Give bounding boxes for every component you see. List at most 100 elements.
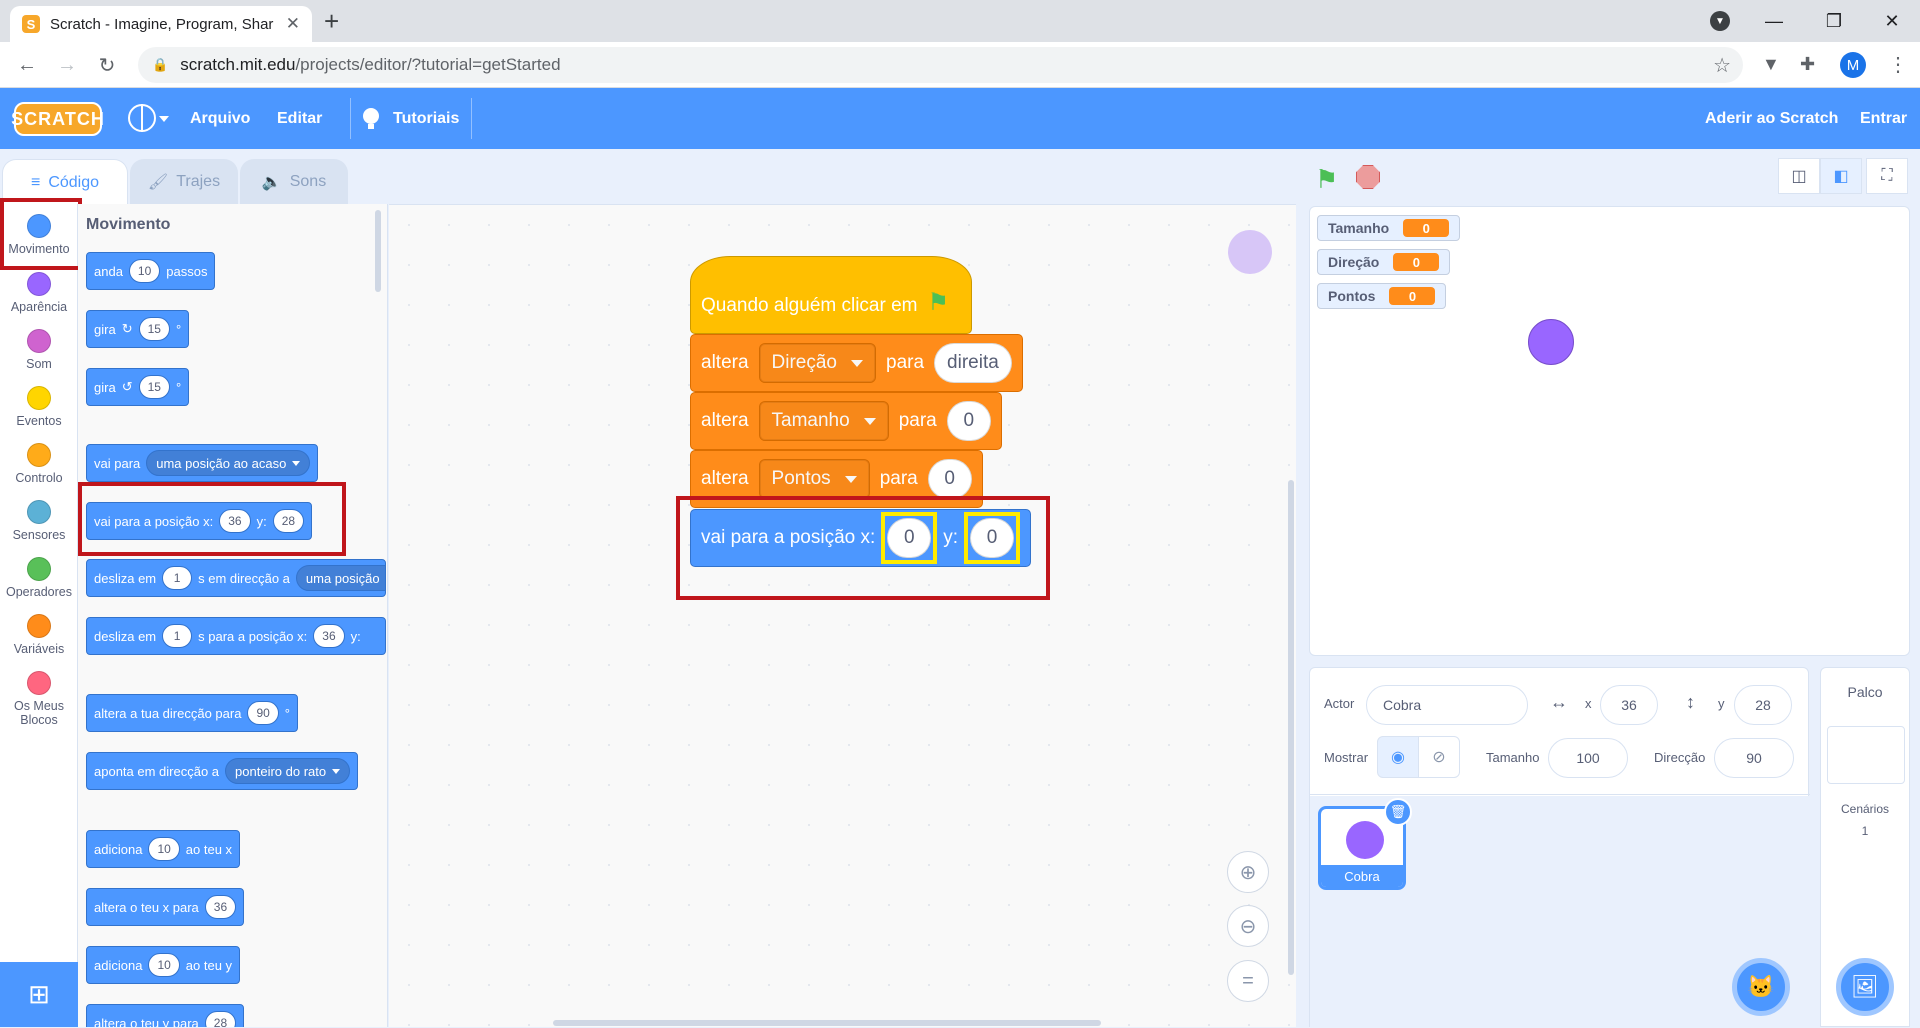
browser-tab[interactable]: S Scratch - Imagine, Program, Shar ✕ (10, 6, 312, 42)
block-glide-to-xy[interactable]: desliza em 1 s para a posição x: 36 y: (86, 617, 386, 655)
block-input[interactable]: 36 (313, 624, 345, 648)
block-input[interactable]: 15 (138, 317, 170, 341)
variable-dropdown[interactable]: Pontos (758, 459, 870, 499)
block-dropdown[interactable]: ponteiro do rato (225, 758, 351, 784)
language-globe-icon[interactable] (128, 104, 156, 132)
block-input[interactable]: 10 (148, 953, 180, 977)
block-input[interactable]: 10 (128, 259, 161, 283)
category-events[interactable]: Eventos (0, 386, 78, 428)
small-stage-button[interactable]: ◫ (1778, 158, 1820, 194)
block-input[interactable]: 0 (927, 459, 972, 499)
category-looks[interactable]: Aparência (0, 272, 78, 314)
scratch-logo[interactable]: SCRATCH (11, 102, 104, 136)
close-window-button[interactable]: ✕ (1864, 0, 1920, 42)
variable-monitor[interactable]: Pontos 0 (1317, 283, 1447, 309)
block-set-variable[interactable]: altera Tamanho para 0 (690, 392, 1002, 450)
choose-backdrop-button[interactable]: 🖼 (1836, 958, 1894, 1016)
variable-monitor[interactable]: Tamanho 0 (1317, 215, 1461, 241)
y-field[interactable]: 28 (1734, 685, 1792, 725)
block-change-y[interactable]: adiciona 10 ao teu y (86, 946, 241, 984)
direction-field[interactable]: 90 (1714, 738, 1794, 778)
browser-tab-title: Scratch - Imagine, Program, Shar (50, 15, 274, 33)
category-sound[interactable]: Som (0, 329, 78, 371)
block-set-x[interactable]: altera o teu x para 36 (86, 888, 245, 926)
tab-costumes[interactable]: 🖌 Trajes (130, 159, 238, 205)
zoom-reset-button[interactable]: = (1227, 960, 1269, 1002)
stage-canvas[interactable]: Tamanho 0 Direção 0 Pontos 0 (1309, 206, 1910, 656)
variable-dropdown[interactable]: Direção (758, 343, 877, 383)
block-set-variable[interactable]: altera Direção para direita (690, 334, 1023, 392)
join-scratch-link[interactable]: Aderir ao Scratch (1705, 88, 1838, 149)
puzzle-extensions-icon[interactable]: ✚ (1800, 54, 1815, 75)
url-field[interactable]: 🔒 scratch.mit.edu/projects/editor/?tutor… (138, 47, 1743, 83)
sprite-name-field[interactable]: Cobra (1366, 685, 1528, 725)
category-control[interactable]: Controlo (0, 443, 78, 485)
category-variables[interactable]: Variáveis (0, 614, 78, 656)
variable-dropdown[interactable]: Tamanho (758, 401, 889, 441)
palette-scrollbar[interactable] (375, 210, 381, 292)
bookmark-star-icon[interactable]: ☆ (1713, 53, 1731, 78)
green-flag-button[interactable]: ⚑ (1315, 164, 1338, 195)
zoom-out-button[interactable]: ⊖ (1227, 905, 1269, 947)
sign-in-link[interactable]: Entrar (1860, 88, 1907, 149)
block-point-towards[interactable]: aponta em direcção a ponteiro do rato (86, 752, 359, 790)
new-tab-button[interactable]: + (324, 6, 339, 37)
block-input[interactable]: 15 (138, 375, 170, 399)
profile-avatar[interactable]: M (1840, 52, 1866, 78)
delete-sprite-button[interactable]: 🗑 (1384, 798, 1412, 826)
tab-search-icon[interactable]: ▼ (1710, 11, 1730, 31)
category-dot (27, 443, 51, 467)
block-input[interactable]: 1 (162, 624, 193, 648)
category-sensing[interactable]: Sensores (0, 500, 78, 542)
close-tab-icon[interactable]: ✕ (286, 14, 300, 34)
block-move-steps[interactable]: anda 10 passos (86, 252, 216, 290)
restore-button[interactable]: ❐ (1806, 0, 1862, 42)
block-change-x[interactable]: adiciona 10 ao teu x (86, 830, 241, 868)
variable-monitor[interactable]: Direção 0 (1317, 249, 1451, 275)
fullscreen-button[interactable]: ⛶ (1866, 158, 1908, 194)
hide-sprite-button[interactable]: ⊘ (1418, 736, 1460, 778)
show-sprite-button[interactable]: ◉ (1377, 736, 1419, 778)
block-when-flag-clicked[interactable]: Quando alguém clicar em ⚑ (690, 256, 972, 334)
block-input[interactable]: 0 (946, 401, 991, 441)
menu-file[interactable]: Arquivo (190, 88, 250, 149)
block-input[interactable]: 28 (204, 1011, 237, 1027)
script-vertical-scrollbar[interactable] (1288, 480, 1294, 975)
normal-stage-button[interactable]: ◧ (1820, 158, 1862, 194)
tab-sounds[interactable]: 🔈 Sons (240, 159, 348, 205)
block-glide-to[interactable]: desliza em 1 s em direcção a uma posição (86, 559, 386, 597)
menu-tutorials[interactable]: Tutoriais (393, 88, 459, 149)
monitor-value: 0 (1389, 287, 1436, 305)
minimize-button[interactable]: — (1746, 0, 1802, 42)
forward-icon[interactable]: → (52, 50, 82, 80)
choose-sprite-button[interactable]: 🐱 (1732, 958, 1790, 1016)
zoom-in-button[interactable]: ⊕ (1227, 851, 1269, 893)
block-input[interactable]: direita (934, 343, 1012, 383)
block-point-direction[interactable]: altera a tua direcção para 90 ° (86, 694, 298, 732)
block-set-y[interactable]: altera o teu y para 28 (86, 1004, 245, 1027)
back-icon[interactable]: ← (12, 50, 42, 80)
block-dropdown[interactable]: uma posição ao acaso (146, 450, 311, 476)
reload-icon[interactable]: ↻ (92, 50, 122, 80)
y-label: y (1718, 696, 1725, 711)
block-input[interactable]: 90 (247, 701, 279, 725)
block-input[interactable]: 10 (148, 837, 180, 861)
add-extension-button[interactable]: ⊞ (0, 962, 78, 1027)
browser-menu-icon[interactable]: ⋮ (1888, 52, 1908, 77)
category-my-blocks[interactable]: Os Meus Blocos (0, 671, 78, 727)
stop-button[interactable] (1356, 165, 1380, 189)
menu-edit[interactable]: Editar (277, 88, 322, 149)
block-turn-left[interactable]: gira ↺ 15 ° (86, 368, 190, 406)
block-dropdown[interactable]: uma posição (295, 565, 385, 591)
category-operators[interactable]: Operadores (0, 557, 78, 599)
block-go-to[interactable]: vai para uma posição ao acaso (86, 444, 319, 482)
block-input[interactable]: 36 (204, 895, 237, 919)
block-turn-right[interactable]: gira ↻ 15 ° (86, 310, 190, 348)
x-field[interactable]: 36 (1600, 685, 1658, 725)
url-host: scratch.mit.edu (180, 55, 296, 74)
script-horizontal-scrollbar[interactable] (553, 1020, 1101, 1026)
block-input[interactable]: 1 (162, 566, 193, 590)
sprite-on-stage[interactable] (1528, 319, 1574, 365)
size-field[interactable]: 100 (1548, 738, 1628, 778)
extension-icon[interactable]: ▼ (1762, 54, 1780, 75)
